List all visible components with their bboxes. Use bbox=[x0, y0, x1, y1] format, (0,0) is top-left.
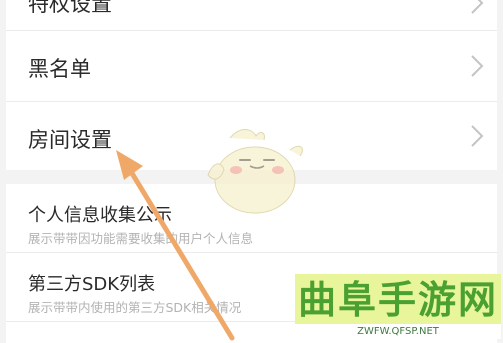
chevron-right-icon bbox=[465, 0, 487, 20]
privacy-row-sub: 展示带带因功能需要收集的用户个人信息 bbox=[28, 231, 254, 246]
duck-mascot-icon bbox=[200, 120, 310, 220]
chevron-right-icon bbox=[465, 119, 487, 153]
settings-row-label: 特权设置 bbox=[28, 0, 112, 16]
settings-row-blacklist[interactable]: 黑名单 bbox=[6, 31, 497, 102]
privacy-row-label: 第三方SDK列表 bbox=[28, 274, 156, 295]
settings-row-label: 房间设置 bbox=[28, 128, 112, 152]
watermark-title: 曲阜手游网 bbox=[295, 274, 501, 326]
chevron-right-icon bbox=[465, 49, 487, 83]
privacy-row-sub: 展示带带内使用的第三方SDK相关情况 bbox=[28, 300, 242, 315]
settings-row-privilege[interactable]: 特权设置 bbox=[6, 0, 497, 26]
settings-row-label: 黑名单 bbox=[28, 57, 91, 81]
privacy-row-label: 个人信息收集公示 bbox=[28, 205, 172, 226]
watermark: 曲阜手游网 ZWFW.QFSP.NET bbox=[295, 274, 501, 339]
watermark-url: ZWFW.QFSP.NET bbox=[295, 324, 501, 339]
